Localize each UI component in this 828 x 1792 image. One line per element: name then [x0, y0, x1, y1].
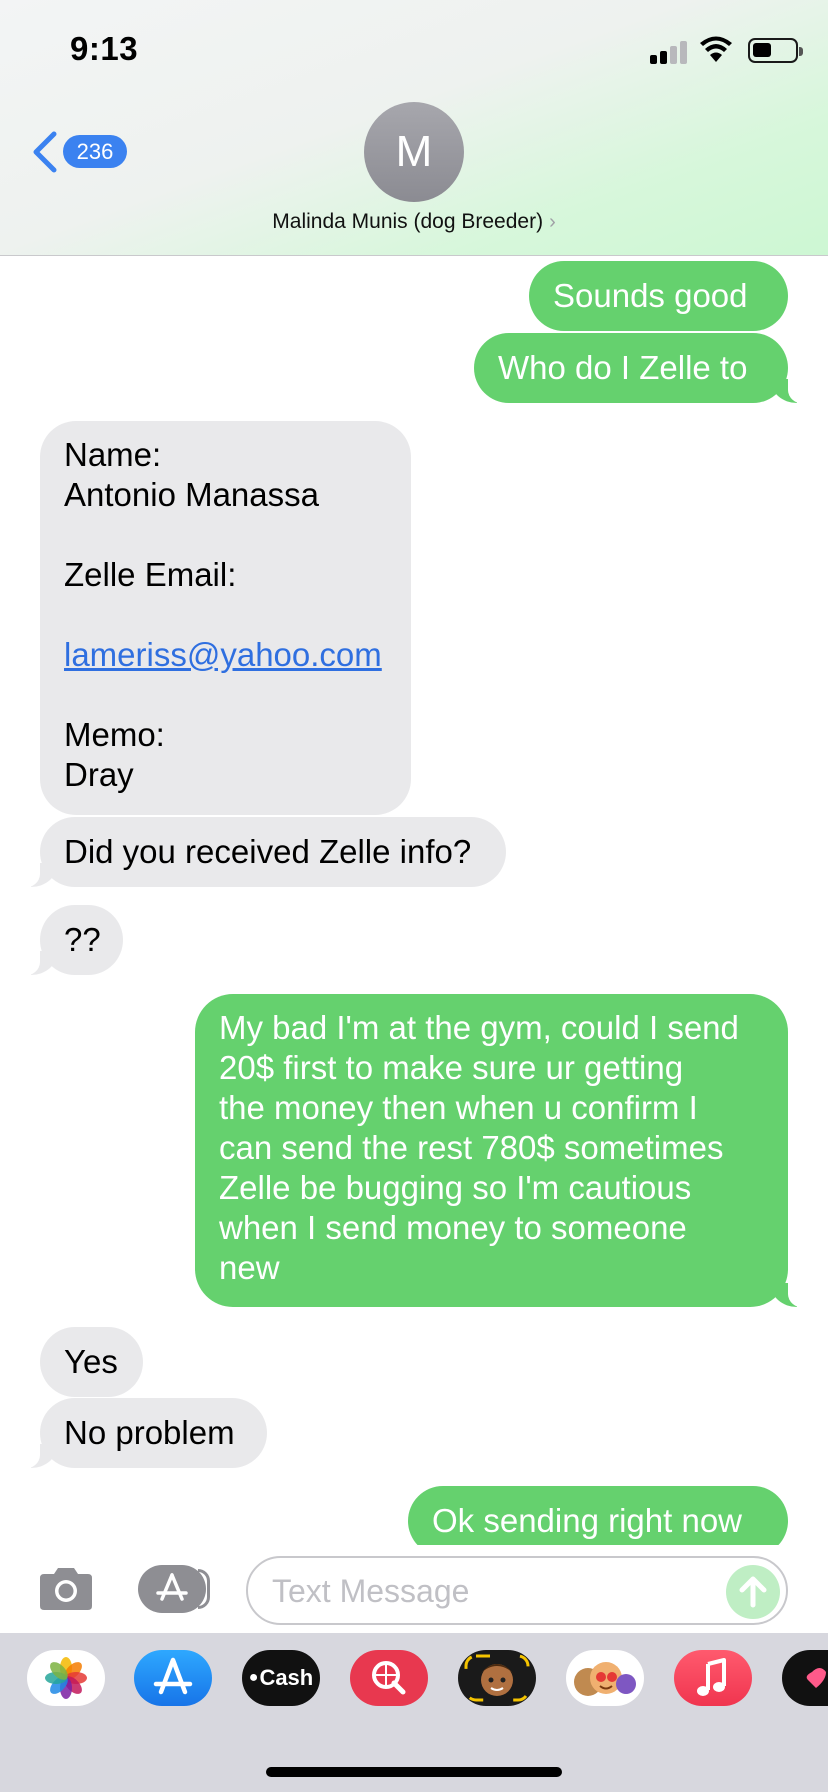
message-text: Sounds good	[553, 277, 748, 314]
message-bubble-received[interactable]: ??	[18, 905, 123, 976]
photos-icon[interactable]	[27, 1650, 105, 1706]
message-bubble-received[interactable]: No problem	[18, 1398, 267, 1469]
message-text: ??	[64, 921, 101, 958]
message-line: My bad I'm at the gym, could I send	[219, 1009, 739, 1046]
message-line: Name:	[64, 436, 162, 473]
battery-icon	[748, 38, 803, 63]
message-line: Zelle be bugging so I'm cautious	[219, 1169, 692, 1206]
message-text: Who do I Zelle to	[498, 349, 748, 386]
message-text: No problem	[64, 1414, 235, 1451]
animoji-icon[interactable]	[566, 1650, 644, 1706]
music-icon[interactable]	[674, 1650, 752, 1706]
message-bubble-sent[interactable]: My bad I'm at the gym, could I send 20$ …	[195, 994, 810, 1308]
message-bubble-received[interactable]: Name: Antonio Manassa Zelle Email: lamer…	[40, 421, 411, 815]
status-time: 9:13	[70, 30, 139, 67]
apple-cash-icon[interactable]: ● Cash	[242, 1650, 320, 1706]
unread-count-badge: 236	[63, 135, 127, 168]
message-line: the money then when u confirm I	[219, 1089, 698, 1126]
contact-name-button[interactable]: Malinda Munis (dog Breeder) ›	[0, 210, 828, 234]
back-button[interactable]: 236	[30, 128, 130, 176]
message-line: Antonio Manassa	[64, 476, 319, 513]
message-input[interactable]	[272, 1570, 712, 1612]
app-store-icon[interactable]	[134, 1650, 212, 1706]
memoji-icon[interactable]	[458, 1650, 536, 1706]
message-clip: Ok sending right now	[0, 1480, 828, 1545]
digital-touch-icon[interactable]	[782, 1650, 828, 1706]
message-text: Did you received Zelle info?	[64, 833, 472, 870]
message-bubble-received[interactable]: Yes	[40, 1327, 143, 1397]
message-bubble-sent[interactable]: Who do I Zelle to	[474, 333, 810, 404]
message-line: can send the rest 780$ sometimes	[219, 1129, 724, 1166]
email-link[interactable]: lameriss@yahoo.com	[64, 636, 382, 673]
imessage-app-drawer: ● Cash	[0, 1633, 828, 1792]
message-bubble-received[interactable]: Did you received Zelle info?	[18, 817, 506, 888]
app-store-toggle-button[interactable]	[138, 1565, 214, 1613]
message-line	[64, 595, 387, 635]
message-bubble-sent[interactable]: Sounds good	[529, 261, 788, 331]
message-line	[64, 515, 387, 555]
contact-name: Malinda Munis (dog Breeder)	[272, 210, 544, 233]
arrow-up-icon	[739, 1576, 767, 1608]
home-indicator[interactable]	[266, 1767, 562, 1777]
message-line: Zelle Email:	[64, 556, 237, 593]
chevron-right-icon: ›	[549, 211, 556, 233]
images-search-icon[interactable]	[350, 1650, 428, 1706]
camera-icon[interactable]	[36, 1566, 96, 1612]
message-line: 20$ first to make sure ur getting	[219, 1049, 684, 1086]
message-line: new	[219, 1249, 280, 1286]
send-button[interactable]	[726, 1565, 780, 1619]
message-input-field[interactable]	[246, 1556, 788, 1625]
cellular-signal-icon	[650, 40, 690, 64]
chevron-left-icon	[33, 131, 57, 173]
cash-label: Cash	[259, 1665, 314, 1690]
message-line: Dray	[64, 756, 134, 793]
wifi-icon	[700, 36, 732, 62]
message-text: Ok sending right now	[432, 1502, 743, 1539]
message-line	[64, 675, 387, 715]
message-bubble-sent[interactable]: Ok sending right now	[408, 1486, 788, 1545]
compose-bar	[0, 1545, 828, 1633]
message-line: when I send money to someone	[219, 1209, 687, 1246]
contact-avatar[interactable]: M	[364, 102, 464, 202]
message-line: Memo:	[64, 716, 165, 753]
apple-logo-icon: ●	[248, 1669, 259, 1686]
app-store-glyph-icon	[156, 1573, 188, 1601]
message-text: Yes	[64, 1343, 118, 1380]
conversation-header: 9:13 236 M Malinda Munis (dog Breeder) ›	[0, 0, 828, 256]
